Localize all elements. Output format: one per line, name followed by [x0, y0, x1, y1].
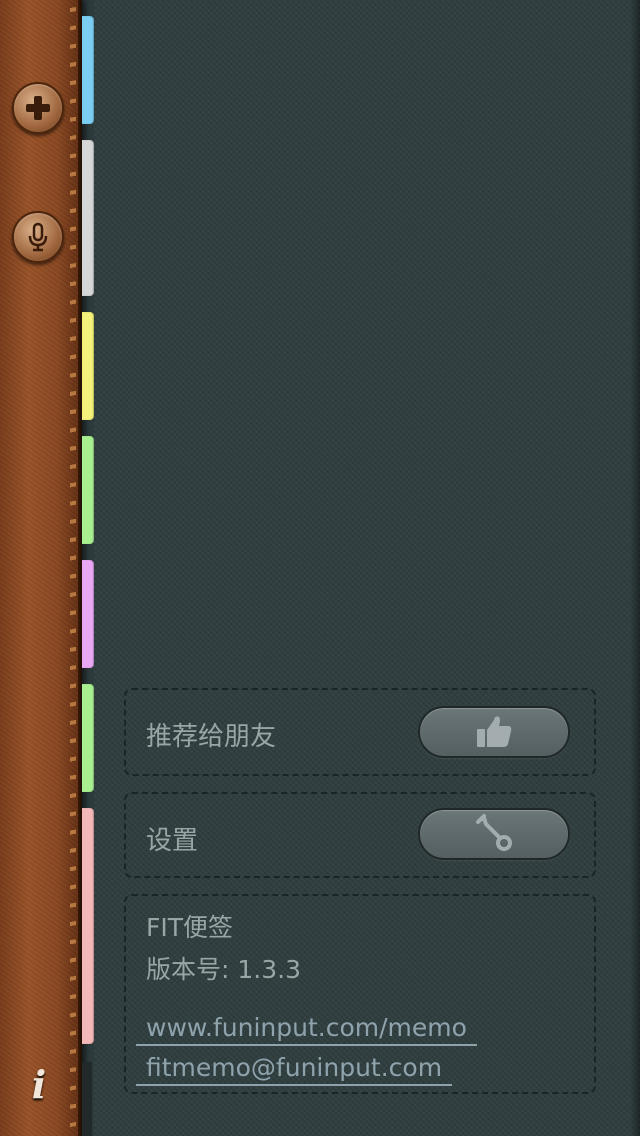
tab-pink[interactable] — [82, 808, 94, 1044]
email-link[interactable]: fitmemo@funinput.com — [136, 1052, 453, 1086]
recommend-button[interactable] — [418, 706, 570, 758]
wrench-icon — [476, 814, 512, 851]
version-text: 版本号: 1.3.3 — [146, 955, 301, 984]
microphone-icon — [28, 222, 48, 252]
panel-edge-shadow — [630, 0, 640, 1136]
plus-icon — [26, 96, 50, 120]
add-note-button[interactable] — [12, 82, 64, 134]
stitching — [70, 0, 76, 1136]
settings-row: 设置 — [124, 792, 596, 878]
tab-green-2[interactable] — [82, 684, 94, 792]
voice-note-button[interactable] — [12, 211, 64, 263]
app-name: FIT便签 — [146, 913, 234, 942]
thumbs-up-icon — [477, 716, 512, 747]
info-icon[interactable]: i — [24, 1062, 54, 1107]
settings-label: 设置 — [146, 826, 199, 856]
tab-gray[interactable] — [82, 140, 94, 296]
settings-button[interactable] — [418, 808, 570, 860]
website-link[interactable]: www.funinput.com/memo — [136, 1012, 477, 1046]
tab-green[interactable] — [82, 436, 94, 544]
tab-yellow[interactable] — [82, 312, 94, 420]
recommend-row: 推荐给朋友 — [124, 688, 596, 776]
tab-blue[interactable] — [82, 16, 94, 124]
tab-purple[interactable] — [82, 560, 94, 668]
tab-dark — [82, 1062, 92, 1136]
recommend-label: 推荐给朋友 — [146, 722, 277, 752]
about-section: FIT便签 版本号: 1.3.3 www.funinput.com/memo f… — [124, 894, 596, 1094]
